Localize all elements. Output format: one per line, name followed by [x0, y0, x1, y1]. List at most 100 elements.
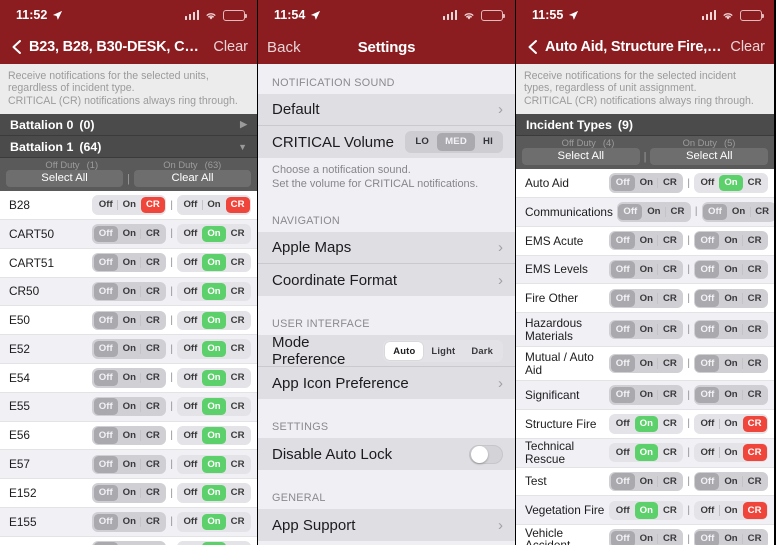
- on-duty-option-on[interactable]: On: [202, 226, 225, 243]
- off-duty-option-on[interactable]: On: [635, 232, 658, 249]
- on-duty-option-off[interactable]: Off: [178, 197, 202, 214]
- on-duty-option-on[interactable]: On: [719, 416, 742, 433]
- on-duty-segmented-control[interactable]: OffOnCR: [694, 501, 768, 521]
- off-duty-option-on[interactable]: On: [118, 427, 141, 444]
- off-duty-segmented-control[interactable]: OffOnCR: [92, 426, 166, 446]
- off-duty-option-on[interactable]: On: [118, 370, 141, 387]
- on-duty-option-off[interactable]: Off: [178, 226, 202, 243]
- on-duty-segmented-control[interactable]: OffOnCR: [694, 231, 768, 251]
- off-duty-segmented-control[interactable]: OffOnCR: [609, 385, 683, 405]
- off-duty-option-off[interactable]: Off: [94, 427, 118, 444]
- off-duty-segmented-control[interactable]: OffOnCR: [92, 455, 166, 475]
- off-duty-option-off[interactable]: Off: [94, 312, 118, 329]
- segment-option-hi[interactable]: HI: [475, 133, 501, 151]
- off-duty-option-off[interactable]: Off: [94, 485, 118, 502]
- list-item[interactable]: CART51OffOnCR|OffOnCR: [0, 249, 257, 278]
- list-item[interactable]: E52OffOnCR|OffOnCR: [0, 335, 257, 364]
- on-duty-option-cr[interactable]: CR: [226, 485, 250, 502]
- off-duty-segmented-control[interactable]: OffOnCR: [609, 231, 683, 251]
- off-duty-option-off[interactable]: Off: [94, 370, 118, 387]
- on-duty-option-off[interactable]: Off: [695, 387, 719, 404]
- off-duty-segmented-control[interactable]: OffOnCR: [92, 282, 166, 302]
- off-duty-option-on[interactable]: On: [635, 531, 658, 545]
- off-duty-option-on[interactable]: On: [635, 290, 658, 307]
- list-item[interactable]: Auto AidOffOnCR|OffOnCR: [516, 169, 774, 198]
- on-duty-option-on[interactable]: On: [719, 444, 742, 461]
- off-duty-option-cr[interactable]: CR: [141, 341, 165, 358]
- on-duty-segmented-control[interactable]: OffOnCR: [177, 426, 251, 446]
- off-duty-segmented-control[interactable]: OffOnCR: [92, 397, 166, 417]
- on-duty-option-on[interactable]: On: [719, 387, 742, 404]
- on-duty-option-cr[interactable]: CR: [226, 514, 250, 531]
- on-duty-option-cr[interactable]: CR: [226, 341, 250, 358]
- off-duty-option-off[interactable]: Off: [611, 261, 635, 278]
- off-duty-option-off[interactable]: Off: [611, 387, 635, 404]
- on-duty-option-cr[interactable]: CR: [743, 321, 767, 338]
- off-duty-segmented-control[interactable]: OffOnCR: [92, 512, 166, 532]
- off-duty-option-on[interactable]: On: [118, 312, 141, 329]
- off-duty-option-on[interactable]: On: [635, 261, 658, 278]
- segment-option-lo[interactable]: LO: [407, 133, 437, 151]
- off-duty-segmented-control[interactable]: OffOnCR: [92, 311, 166, 331]
- off-duty-segmented-control[interactable]: OffOnCR: [92, 253, 166, 273]
- on-duty-segmented-control[interactable]: OffOnCR: [694, 529, 768, 545]
- on-duty-segmented-control[interactable]: OffOnCR: [177, 483, 251, 503]
- settings-segmented-control[interactable]: LOMEDHI: [405, 131, 503, 153]
- on-duty-option-on[interactable]: On: [202, 341, 225, 358]
- on-duty-option-off[interactable]: Off: [178, 312, 202, 329]
- off-duty-option-cr[interactable]: CR: [658, 355, 682, 372]
- on-duty-segmented-control[interactable]: OffOnCR: [177, 311, 251, 331]
- on-duty-option-off[interactable]: Off: [695, 502, 719, 519]
- on-duty-segmented-control[interactable]: OffOnCR: [694, 354, 768, 374]
- off-duty-option-off[interactable]: Off: [611, 321, 635, 338]
- off-duty-select-all-button[interactable]: Select All: [522, 148, 640, 165]
- on-duty-segmented-control[interactable]: OffOnCR: [694, 414, 768, 434]
- list-item[interactable]: E50OffOnCR|OffOnCR: [0, 306, 257, 335]
- on-duty-option-off[interactable]: Off: [703, 204, 727, 221]
- on-duty-segmented-control[interactable]: OffOnCR: [694, 443, 768, 463]
- on-duty-segmented-control[interactable]: OffOnCR: [177, 541, 251, 545]
- segment-option-med[interactable]: MED: [437, 133, 475, 151]
- clear-button[interactable]: Clear: [730, 39, 765, 55]
- off-duty-segmented-control[interactable]: OffOnCR: [92, 224, 166, 244]
- off-duty-option-on[interactable]: On: [118, 197, 141, 214]
- off-duty-option-off[interactable]: Off: [611, 232, 635, 249]
- settings-row-disable-auto-lock[interactable]: Disable Auto Lock: [258, 438, 515, 470]
- settings-row-coordinate-format[interactable]: Coordinate Format›: [258, 264, 515, 296]
- on-duty-segmented-control[interactable]: OffOnCR: [177, 397, 251, 417]
- list-item[interactable]: CommunicationsOffOnCR|OffOnCR: [516, 198, 774, 227]
- on-duty-option-cr[interactable]: CR: [226, 312, 250, 329]
- on-duty-clear-all-button[interactable]: Clear All: [134, 170, 251, 187]
- on-duty-segmented-control[interactable]: OffOnCR: [694, 289, 768, 309]
- on-duty-option-on[interactable]: On: [719, 290, 742, 307]
- on-duty-option-off[interactable]: Off: [178, 370, 202, 387]
- off-duty-option-off[interactable]: Off: [94, 398, 118, 415]
- off-duty-segmented-control[interactable]: OffOnCR: [609, 173, 683, 193]
- off-duty-option-off[interactable]: Off: [94, 226, 118, 243]
- off-duty-option-off[interactable]: Off: [611, 416, 635, 433]
- off-duty-option-cr[interactable]: CR: [658, 416, 682, 433]
- off-duty-option-off[interactable]: Off: [611, 502, 635, 519]
- off-duty-segmented-control[interactable]: OffOnCR: [92, 483, 166, 503]
- on-duty-option-on[interactable]: On: [202, 456, 225, 473]
- on-duty-option-off[interactable]: Off: [178, 283, 202, 300]
- list-item[interactable]: TestOffOnCR|OffOnCR: [516, 468, 774, 497]
- off-duty-option-cr[interactable]: CR: [141, 485, 165, 502]
- off-duty-segmented-control[interactable]: OffOnCR: [609, 354, 683, 374]
- on-duty-option-on[interactable]: On: [202, 283, 225, 300]
- off-duty-option-on[interactable]: On: [635, 416, 658, 433]
- on-duty-segmented-control[interactable]: OffOnCR: [694, 173, 768, 193]
- off-duty-option-cr[interactable]: CR: [658, 473, 682, 490]
- list-item[interactable]: CART50OffOnCR|OffOnCR: [0, 220, 257, 249]
- off-duty-option-cr[interactable]: CR: [141, 427, 165, 444]
- group-header-battalion-0[interactable]: Battalion 0 (0) ▶: [0, 114, 257, 136]
- off-duty-segmented-control[interactable]: OffOnCR: [617, 202, 691, 222]
- list-item[interactable]: Vehicle AccidentOffOnCR|OffOnCR: [516, 525, 774, 545]
- off-duty-segmented-control[interactable]: OffOnCR: [609, 320, 683, 340]
- off-duty-option-on[interactable]: On: [635, 473, 658, 490]
- settings-row-app-icon-preference[interactable]: App Icon Preference›: [258, 367, 515, 399]
- segment-option-dark[interactable]: Dark: [463, 342, 501, 360]
- on-duty-option-on[interactable]: On: [719, 175, 742, 192]
- on-duty-option-cr[interactable]: CR: [226, 197, 250, 214]
- on-duty-option-off[interactable]: Off: [695, 290, 719, 307]
